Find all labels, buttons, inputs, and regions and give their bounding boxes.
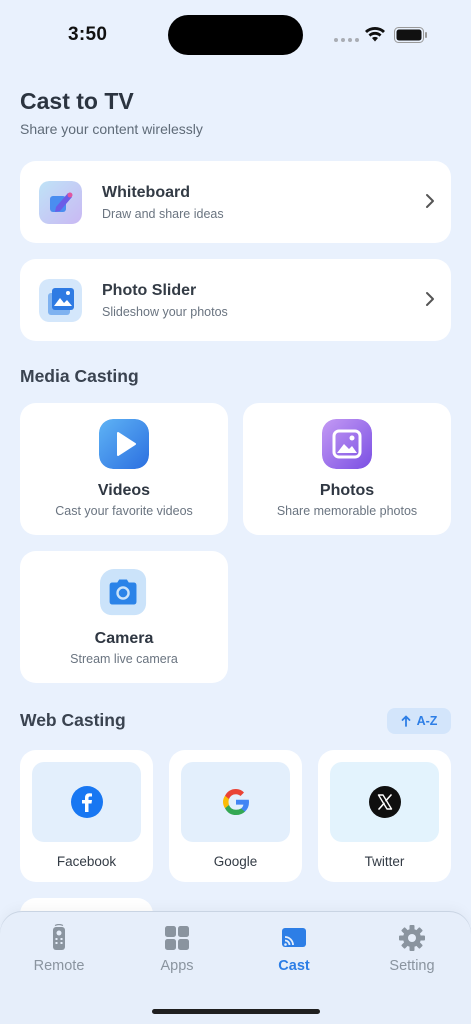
photo-slider-title: Photo Slider xyxy=(102,282,197,299)
facebook-tile[interactable]: Facebook xyxy=(20,750,153,882)
gear-icon xyxy=(399,925,425,951)
twitter-label: Twitter xyxy=(364,854,405,869)
facebook-label: Facebook xyxy=(56,854,117,869)
whiteboard-card[interactable]: Whiteboard Draw and share ideas xyxy=(20,161,451,243)
photos-title: Photos xyxy=(319,482,375,499)
arrow-up-icon xyxy=(401,715,410,727)
google-label: Google xyxy=(213,854,258,869)
twitter-icon-bg xyxy=(330,762,439,842)
facebook-icon xyxy=(71,786,103,818)
tab-remote[interactable]: Remote xyxy=(4,924,114,984)
camera-subtitle: Stream live camera xyxy=(70,652,178,666)
tab-apps[interactable]: Apps xyxy=(122,924,232,984)
tab-cast-label: Cast xyxy=(278,958,310,974)
google-tile[interactable]: Google xyxy=(169,750,302,882)
dynamic-island xyxy=(168,15,303,55)
videos-title: Videos xyxy=(97,482,151,499)
chevron-right-icon xyxy=(426,194,434,208)
google-icon xyxy=(223,789,249,815)
videos-subtitle: Cast your favorite videos xyxy=(55,504,193,518)
facebook-icon-bg xyxy=(32,762,141,842)
camera-icon xyxy=(100,569,147,616)
home-indicator xyxy=(152,1009,320,1014)
cast-icon xyxy=(282,928,306,947)
google-icon-bg xyxy=(181,762,290,842)
whiteboard-title: Whiteboard xyxy=(102,184,190,201)
x-twitter-icon xyxy=(369,786,401,818)
tab-setting[interactable]: Setting xyxy=(357,924,467,984)
page-subtitle: Share your content wirelessly xyxy=(20,121,203,137)
sort-az-button[interactable]: A-Z xyxy=(387,708,451,734)
remote-icon xyxy=(53,924,65,950)
tab-cast[interactable]: Cast xyxy=(239,924,349,984)
photo-slider-subtitle: Slideshow your photos xyxy=(102,305,228,319)
photo-slider-icon xyxy=(39,279,82,322)
whiteboard-icon xyxy=(39,181,82,224)
tab-bar: Remote Apps Cast Setting xyxy=(0,912,471,1024)
tab-remote-label: Remote xyxy=(33,958,85,974)
photos-tile[interactable]: Photos Share memorable photos xyxy=(243,403,451,535)
camera-tile[interactable]: Camera Stream live camera xyxy=(20,551,228,683)
tab-apps-label: Apps xyxy=(160,958,194,974)
photos-subtitle: Share memorable photos xyxy=(276,504,418,518)
wifi-icon xyxy=(365,27,385,42)
cellular-signal-icon xyxy=(334,38,359,42)
camera-title: Camera xyxy=(94,630,154,647)
status-bar: 3:50 xyxy=(0,0,471,70)
web-casting-heading: Web Casting xyxy=(20,710,126,730)
play-icon xyxy=(99,419,149,469)
apps-grid-icon xyxy=(165,926,189,950)
chevron-right-icon xyxy=(426,292,434,306)
sort-label: A-Z xyxy=(416,714,438,728)
media-casting-heading: Media Casting xyxy=(20,366,139,386)
status-time: 3:50 xyxy=(68,24,108,45)
videos-tile[interactable]: Videos Cast your favorite videos xyxy=(20,403,228,535)
battery-icon xyxy=(394,27,427,43)
whiteboard-subtitle: Draw and share ideas xyxy=(102,207,224,221)
image-icon xyxy=(322,419,372,469)
tab-setting-label: Setting xyxy=(389,958,435,974)
twitter-tile[interactable]: Twitter xyxy=(318,750,451,882)
page-title: Cast to TV xyxy=(20,88,134,114)
photo-slider-card[interactable]: Photo Slider Slideshow your photos xyxy=(20,259,451,341)
